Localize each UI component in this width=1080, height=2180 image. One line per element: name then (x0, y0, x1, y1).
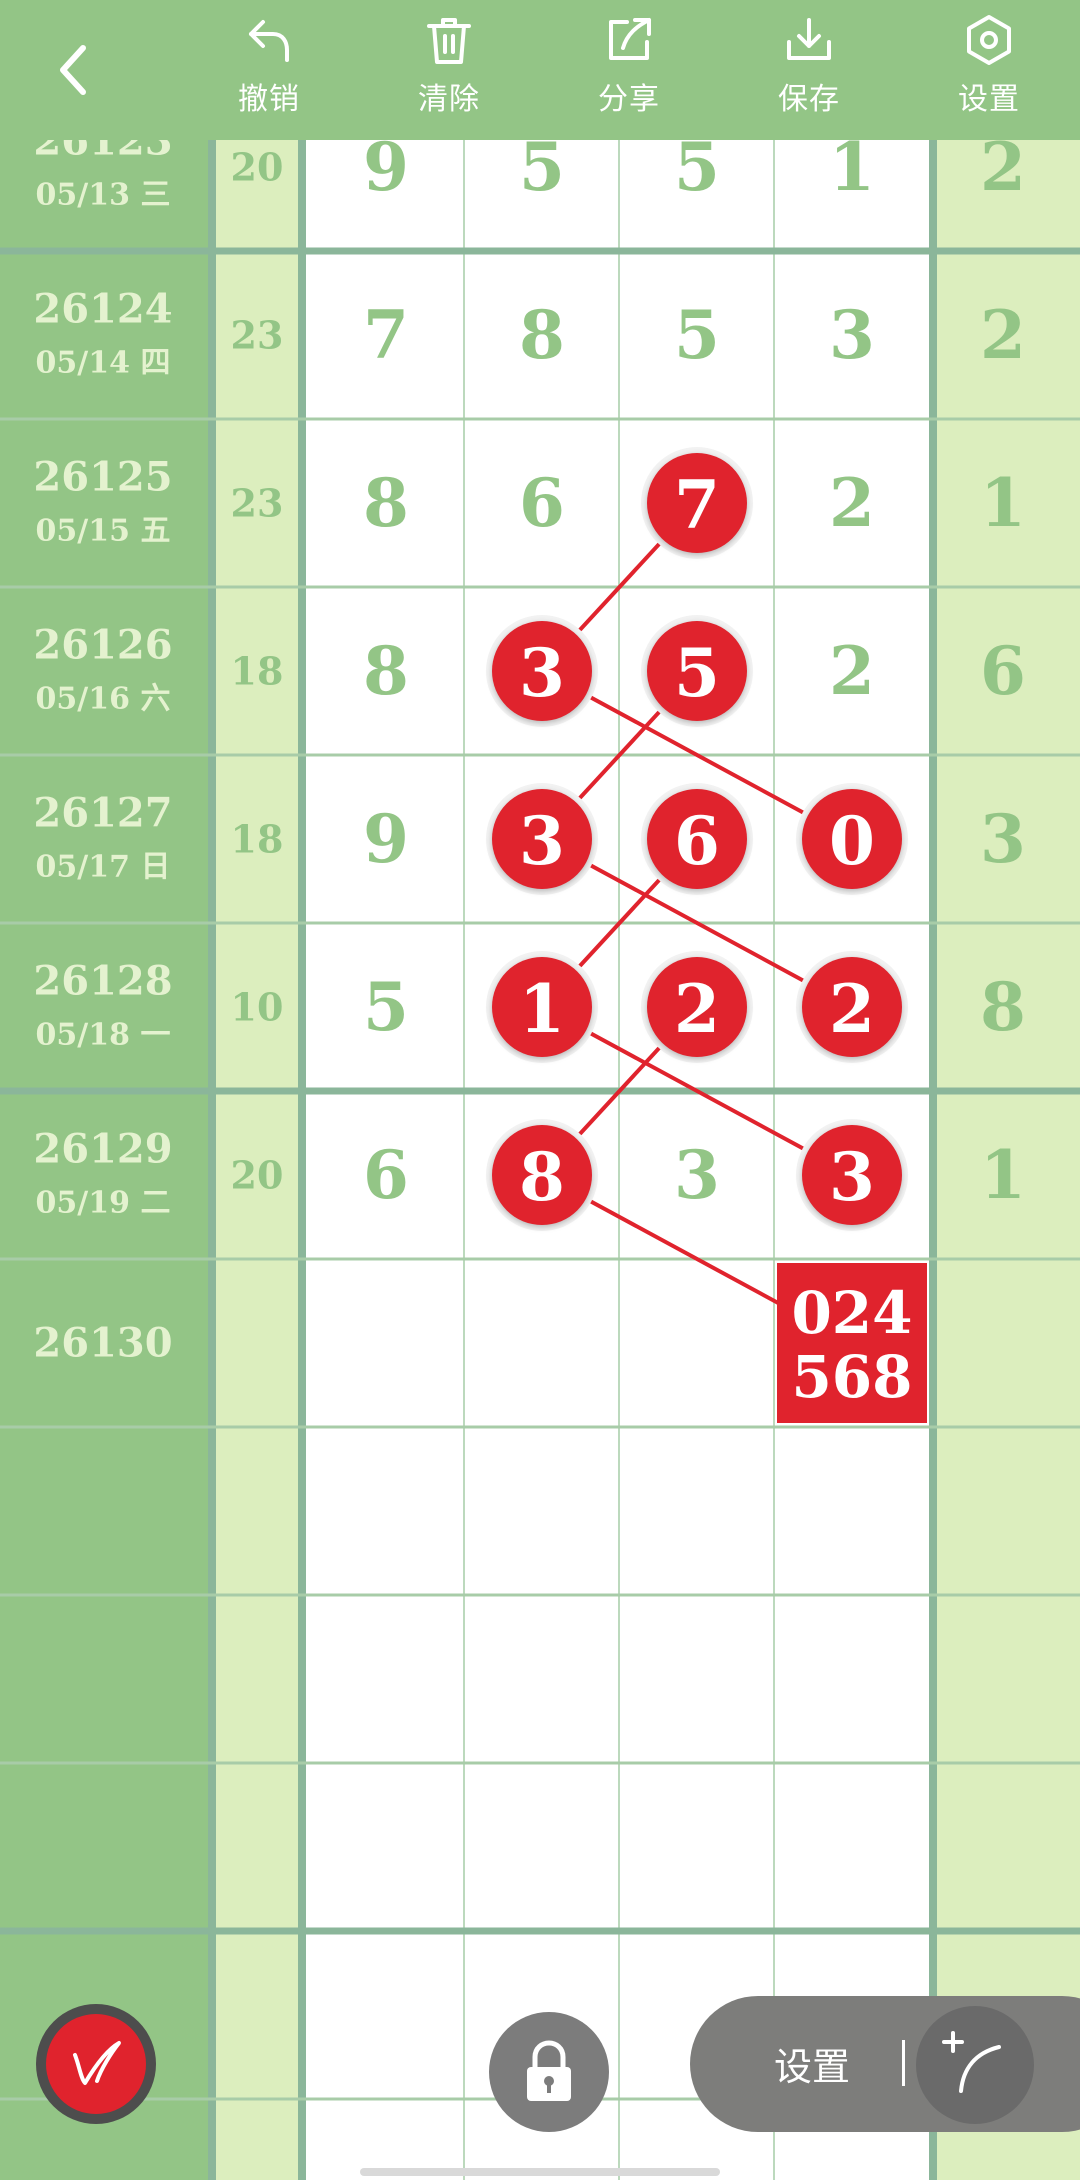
marked-digit: 0 (829, 802, 875, 880)
marked-digit: 3 (519, 634, 565, 712)
digit-cell: 6 (363, 1136, 409, 1214)
save-icon (787, 18, 831, 60)
issue-number: 26124 (33, 286, 172, 333)
pen-button[interactable] (36, 2004, 156, 2124)
pill-divider (902, 2040, 905, 2086)
marked-digit: 3 (519, 802, 565, 880)
trash-icon (427, 18, 471, 64)
save-label: 保存 (778, 82, 840, 117)
bottom-settings-button[interactable]: 设置 (774, 2036, 850, 2091)
span-value: 8 (980, 968, 1026, 1046)
sum-value: 20 (231, 145, 284, 190)
issue-number: 26130 (33, 1320, 172, 1367)
line-tool-button[interactable] (916, 2006, 1034, 2124)
digit-cell: 2 (829, 464, 875, 542)
sum-value: 23 (231, 481, 284, 526)
digit-cell: 3 (829, 296, 875, 374)
trend-grid[interactable]: 2612305/13 三20 9 5 5 1 22612405/14 四23 7 8 5 3 226… (0, 0, 1080, 2180)
digit-cell: 3 (674, 1136, 720, 1214)
issue-date: 05/18 一 (36, 1018, 171, 1053)
bottom-tool-bar: 设置 (690, 1996, 1080, 2132)
lock-icon (527, 2040, 571, 2101)
marked-digit: 5 (674, 634, 720, 712)
marked-digit: 2 (829, 970, 875, 1048)
span-value: 1 (980, 1136, 1026, 1214)
sum-value: 23 (231, 313, 284, 358)
pen-icon (73, 2041, 121, 2085)
issue-date: 05/16 六 (36, 682, 171, 717)
settings-icon (967, 15, 1011, 65)
span-value: 3 (980, 800, 1026, 878)
marked-digit: 8 (519, 1138, 565, 1216)
marked-digit: 7 (674, 466, 720, 544)
issue-date: 05/17 日 (36, 850, 171, 885)
clear-label: 清除 (418, 82, 480, 117)
issue-date: 05/13 三 (36, 178, 171, 213)
prediction-line-1: 024 (791, 1279, 912, 1347)
digit-cell: 8 (363, 464, 409, 542)
digit-cell: 5 (363, 968, 409, 1046)
marked-digit: 6 (674, 802, 720, 880)
settings-button[interactable]: 设置 (929, 12, 1049, 127)
lock-button[interactable] (489, 2012, 609, 2132)
issue-date: 05/19 二 (36, 1186, 171, 1221)
line-tool-icon (942, 2031, 1001, 2093)
undo-label: 撤销 (238, 82, 300, 117)
clear-button[interactable]: 清除 (389, 12, 509, 127)
issue-number: 26125 (33, 454, 172, 501)
share-label: 分享 (598, 82, 660, 117)
chevron-left-icon (60, 45, 86, 95)
top-toolbar: 撤销 清除 分享 保存 设置 (0, 0, 1080, 140)
home-indicator (360, 2168, 720, 2176)
sum-value: 20 (231, 1153, 284, 1198)
span-value: 6 (980, 632, 1026, 710)
digit-cell: 7 (363, 296, 409, 374)
issue-date: 05/15 五 (36, 514, 171, 549)
marked-digit: 1 (519, 970, 565, 1048)
undo-button[interactable]: 撤销 (209, 12, 329, 127)
issue-number: 26129 (33, 1126, 172, 1173)
digit-cell: 8 (363, 632, 409, 710)
undo-icon (249, 20, 289, 62)
digit-cell: 2 (829, 632, 875, 710)
share-button[interactable]: 分享 (569, 12, 689, 127)
share-icon (609, 18, 651, 60)
issue-date: 05/14 四 (36, 346, 171, 381)
save-button[interactable]: 保存 (749, 12, 869, 127)
issue-number: 26127 (33, 790, 172, 837)
span-value: 1 (980, 464, 1026, 542)
digit-cell: 8 (519, 296, 565, 374)
issue-number: 26128 (33, 958, 172, 1005)
marked-digit: 3 (829, 1138, 875, 1216)
digit-cell: 9 (363, 800, 409, 878)
digit-cell: 6 (519, 464, 565, 542)
marked-digit: 2 (674, 970, 720, 1048)
sum-value: 10 (231, 985, 284, 1030)
prediction-line-2: 568 (791, 1343, 912, 1411)
sum-value: 18 (231, 649, 284, 694)
settings-label: 设置 (958, 82, 1020, 117)
digit-cell: 5 (674, 296, 720, 374)
sum-value: 18 (231, 817, 284, 862)
span-value: 2 (980, 296, 1026, 374)
issue-number: 26126 (33, 622, 172, 669)
back-button[interactable] (38, 30, 108, 110)
